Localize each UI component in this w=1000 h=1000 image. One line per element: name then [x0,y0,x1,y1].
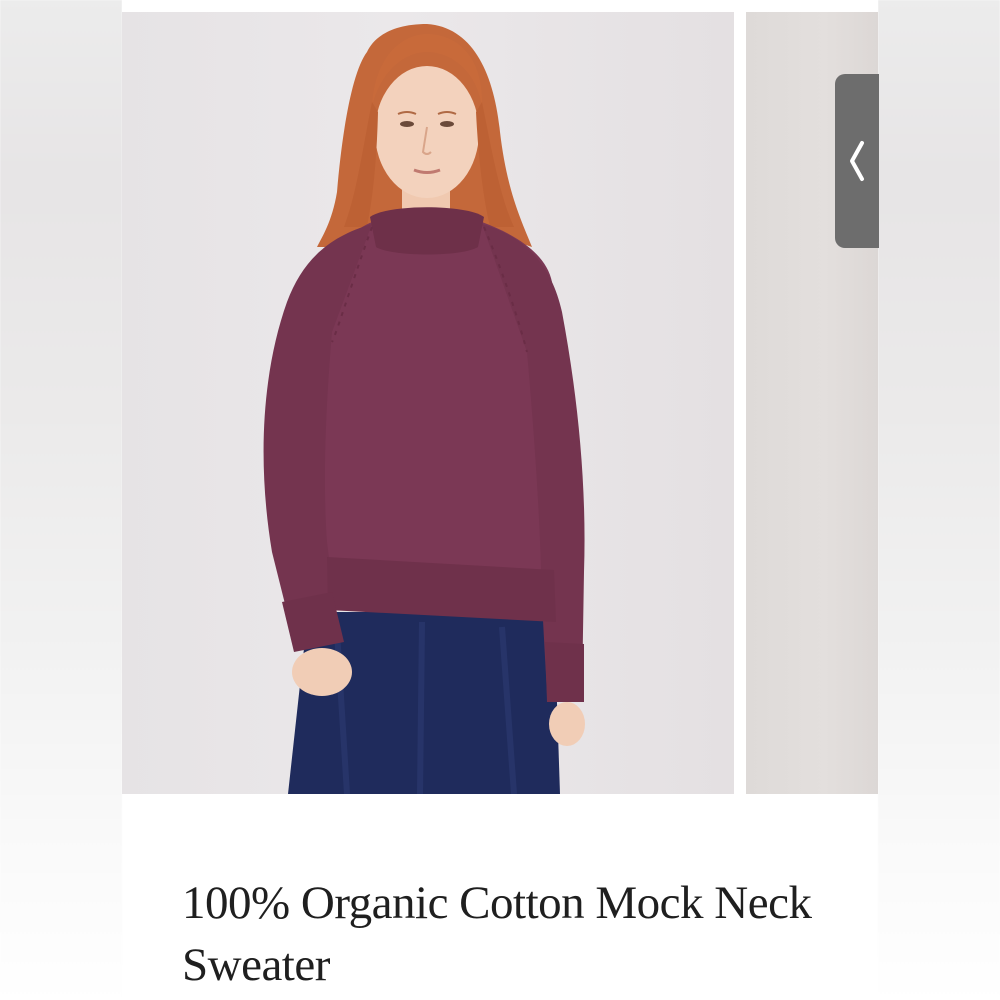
gallery-prev-button[interactable] [835,74,879,248]
chevron-left-icon [850,141,864,181]
product-image-gallery[interactable] [122,12,878,794]
top-strip [122,0,878,12]
product-title: 100% Organic Cotton Mock Neck Sweater [182,877,812,991]
left-blurred-backdrop [0,0,122,1000]
product-image-main[interactable] [122,12,734,794]
right-blurred-backdrop [878,0,1000,1000]
model-photo [263,24,585,794]
